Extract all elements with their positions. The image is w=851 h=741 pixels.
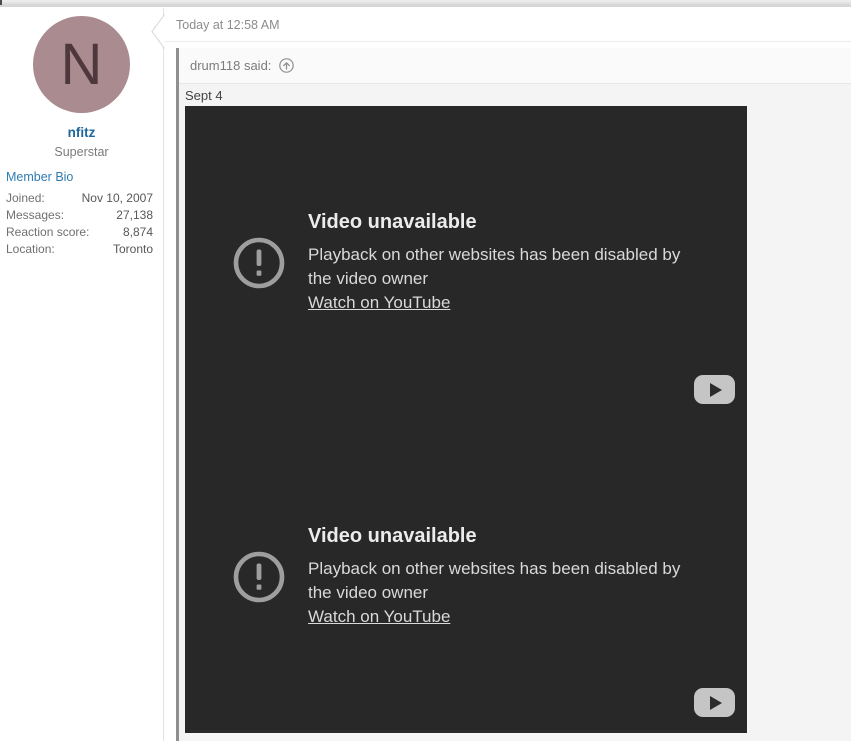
- youtube-play-icon[interactable]: [694, 375, 735, 404]
- field-label: Joined:: [6, 190, 45, 205]
- field-value: 8,874: [122, 224, 153, 239]
- video-error-message-line: Playback on other websites has been disa…: [308, 558, 681, 578]
- quote-block: drum118 said: Sept 4 Video unavailable P…: [176, 48, 851, 741]
- quote-text: Sept 4: [185, 88, 223, 103]
- youtube-play-icon[interactable]: [694, 688, 735, 717]
- user-field-reaction-score: Reaction score: 8,874: [0, 223, 163, 240]
- post-timestamp[interactable]: Today at 12:58 AM: [176, 18, 280, 32]
- video-error-message-line: the video owner: [308, 269, 429, 288]
- avatar[interactable]: N: [33, 16, 130, 113]
- user-field-messages: Messages: 27,138: [0, 206, 163, 223]
- quote-body: Sept 4 Video unavailable Playback on oth…: [179, 84, 851, 741]
- play-triangle: [710, 382, 722, 397]
- user-info-sidebar: N nfitz Superstar Member Bio Joined: Nov…: [0, 8, 163, 741]
- video-error-message-line: the video owner: [308, 582, 429, 602]
- scroll-edge-mark: [0, 0, 2, 5]
- video-error-text: Video unavailable Playback on other webs…: [308, 525, 680, 629]
- watch-on-youtube-link[interactable]: Watch on YouTube: [308, 291, 450, 315]
- post-content: Today at 12:58 AM drum118 said: Sept 4 V…: [151, 8, 851, 741]
- quote-header[interactable]: drum118 said:: [179, 48, 851, 84]
- user-field-location: Location: Toronto: [0, 240, 163, 257]
- field-label: Messages:: [6, 207, 65, 222]
- forum-post: N nfitz Superstar Member Bio Joined: Nov…: [0, 8, 851, 741]
- youtube-embed-1: Video unavailable Playback on other webs…: [185, 106, 747, 420]
- exclamation-circle-icon: [233, 551, 285, 602]
- video-error-title: Video unavailable: [308, 524, 477, 547]
- username-link[interactable]: nfitz: [0, 125, 163, 140]
- youtube-embed-2: Video unavailable Playback on other webs…: [185, 420, 747, 733]
- post-header: Today at 12:58 AM: [151, 8, 851, 49]
- user-title: Superstar: [54, 145, 109, 159]
- field-label: Location:: [6, 241, 55, 256]
- previous-post-divider: [0, 0, 851, 8]
- field-value: Nov 10, 2007: [81, 190, 153, 205]
- video-error-text: Video unavailable Playback on other webs…: [308, 211, 680, 315]
- video-error-title: Video unavailable: [308, 211, 477, 233]
- arrow-up-circle-icon[interactable]: [279, 58, 295, 73]
- message-bubble-arrow: [151, 14, 165, 49]
- member-bio-link[interactable]: Member Bio: [6, 170, 163, 184]
- quote-attribution[interactable]: drum118 said:: [190, 58, 271, 73]
- exclamation-circle-icon: [233, 237, 285, 289]
- field-value: Toronto: [112, 241, 153, 256]
- video-error-message-line: Playback on other websites has been disa…: [308, 245, 681, 264]
- watch-on-youtube-link[interactable]: Watch on YouTube: [308, 605, 450, 629]
- user-field-joined: Joined: Nov 10, 2007: [0, 189, 163, 206]
- play-triangle: [710, 695, 722, 710]
- video-error-panel: Video unavailable Playback on other webs…: [233, 211, 680, 315]
- field-label: Reaction score:: [6, 224, 90, 239]
- video-embeds: Video unavailable Playback on other webs…: [185, 106, 747, 733]
- field-value: 27,138: [116, 207, 153, 222]
- video-error-panel: Video unavailable Playback on other webs…: [233, 525, 680, 629]
